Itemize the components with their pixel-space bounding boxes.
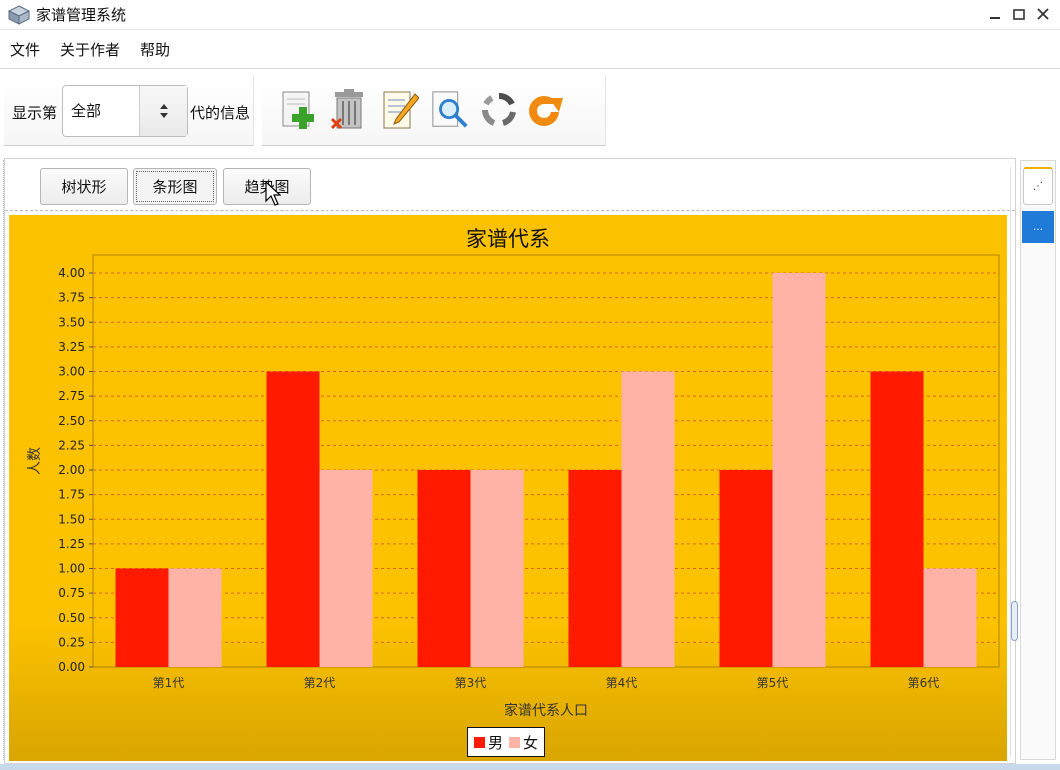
bar-male (568, 470, 622, 667)
legend-swatch-female (509, 736, 521, 748)
x-tick-label: 第6代 (908, 676, 940, 690)
y-tick-label: 2.50 (58, 414, 85, 428)
bar-female (923, 568, 977, 667)
generation-filter-group: 显示第 全部 代的信息 (4, 76, 254, 146)
side-collapse-button[interactable]: ⋰ (1023, 167, 1053, 205)
search-button[interactable] (430, 88, 472, 132)
generation-spinner[interactable]: 全部 (62, 85, 188, 137)
menu-file[interactable]: 文件 (10, 39, 40, 60)
bottom-edge (0, 764, 1060, 770)
app-logo-icon (8, 4, 30, 25)
y-tick-label: 3.75 (58, 291, 85, 305)
menu-about-author[interactable]: 关于作者 (60, 39, 120, 60)
x-tick-label: 第1代 (153, 676, 185, 690)
action-tools-group (262, 76, 606, 146)
legend-label-female: 女 (523, 733, 539, 752)
scrollbar-thumb[interactable] (1011, 601, 1018, 641)
title-bar: 家谱管理系统 (0, 0, 1060, 30)
menu-bar: 文件 关于作者 帮助 (0, 31, 1060, 69)
edit-button[interactable] (378, 88, 420, 132)
bar-female (168, 568, 222, 667)
bar-male (719, 470, 773, 667)
x-tick-label: 第3代 (455, 676, 487, 690)
add-button[interactable] (278, 88, 320, 132)
legend-label-male: 男 (488, 733, 504, 752)
minimize-icon (990, 17, 1000, 19)
y-tick-label: 2.25 (58, 438, 85, 452)
x-tick-label: 第5代 (757, 676, 789, 690)
bar-female (470, 470, 524, 667)
bar-male (266, 371, 320, 667)
spinner-updown-icon (159, 104, 168, 118)
window-controls (986, 4, 1052, 24)
add-icon (282, 91, 314, 129)
bar-male (417, 470, 471, 667)
y-tick-label: 4.00 (58, 266, 85, 280)
refresh-icon (529, 96, 563, 126)
bar-female (621, 371, 675, 667)
delete-icon (330, 89, 363, 130)
bar-male (870, 371, 924, 667)
chart-legend: 男 女 (467, 727, 546, 757)
maximize-icon (1013, 9, 1025, 20)
right-side-panel: ⋰ … (1020, 160, 1056, 760)
mouse-cursor-icon (265, 181, 281, 206)
generation-value[interactable]: 全部 (63, 86, 139, 136)
y-tick-label: 3.00 (58, 365, 85, 379)
recycle-button[interactable] (478, 88, 520, 132)
chart-panel: 家谱代系 0.00 0.25 0.50 0.75 1.00 1.25 1.50 1.75 2.0… (9, 215, 1007, 761)
y-tick-label: 2.00 (58, 463, 85, 477)
legend-swatch-male (474, 736, 485, 748)
recycle-icon (482, 93, 516, 126)
close-icon (1037, 8, 1049, 20)
x-tick-label: 第2代 (304, 676, 336, 690)
close-button[interactable] (1034, 4, 1052, 24)
y-tick-label: 3.50 (58, 315, 85, 329)
y-tick-label: 0.25 (58, 635, 85, 649)
search-icon (432, 91, 468, 128)
x-axis-title: 家谱代系人口 (504, 702, 588, 719)
delete-button[interactable] (328, 88, 370, 132)
generation-prefix-label: 显示第 (12, 104, 58, 122)
minimize-button[interactable] (986, 4, 1004, 24)
bar-female (319, 470, 373, 667)
bar-male (115, 568, 169, 667)
y-tick-label: 0.50 (58, 611, 85, 625)
edit-icon (383, 91, 419, 129)
maximize-button[interactable] (1010, 4, 1028, 24)
y-tick-label: 1.00 (58, 562, 85, 576)
bar-chart: 0.00 0.25 0.50 0.75 1.00 1.25 1.50 1.75 2.00 2.25… (27, 254, 1000, 719)
toolbar: 显示第 全部 代的信息 (0, 70, 1060, 156)
y-tick-label: 3.25 (58, 340, 85, 354)
y-tick-label: 1.50 (58, 512, 85, 526)
spinner-arrows[interactable] (139, 86, 187, 136)
y-tick-label: 2.75 (58, 389, 85, 403)
y-tick-label: 1.25 (58, 537, 85, 551)
window-title: 家谱管理系统 (36, 6, 127, 24)
y-axis-title: 人数 (27, 447, 43, 475)
generation-suffix-label: 代的信息 (190, 104, 251, 122)
x-tick-label: 第4代 (606, 676, 638, 690)
y-tick-label: 1.75 (58, 488, 85, 502)
side-selected-item[interactable]: … (1022, 211, 1054, 243)
app-window: 家谱管理系统 文件 关于作者 帮助 显示第 全部 代的信息 树状形 条形图 家谱… (0, 0, 1060, 770)
legend-entry-male: 男 (474, 732, 503, 753)
bar-female (772, 273, 826, 667)
y-tick-label: 0.00 (58, 660, 85, 674)
y-tick-label: 0.75 (58, 586, 85, 600)
tab-tree[interactable]: 树状形 (40, 168, 128, 205)
legend-entry-female: 女 (509, 732, 538, 753)
menu-help[interactable]: 帮助 (140, 39, 170, 60)
plot-frame (92, 254, 1000, 668)
tab-bar-chart[interactable]: 条形图 (133, 168, 217, 205)
refresh-button[interactable] (524, 88, 566, 132)
main-content: 树状形 条形图 趋势图 家谱代系 0.000.250.500.751.001.2… (4, 158, 1018, 764)
view-tabs: 树状形 条形图 趋势图 (5, 159, 1015, 211)
